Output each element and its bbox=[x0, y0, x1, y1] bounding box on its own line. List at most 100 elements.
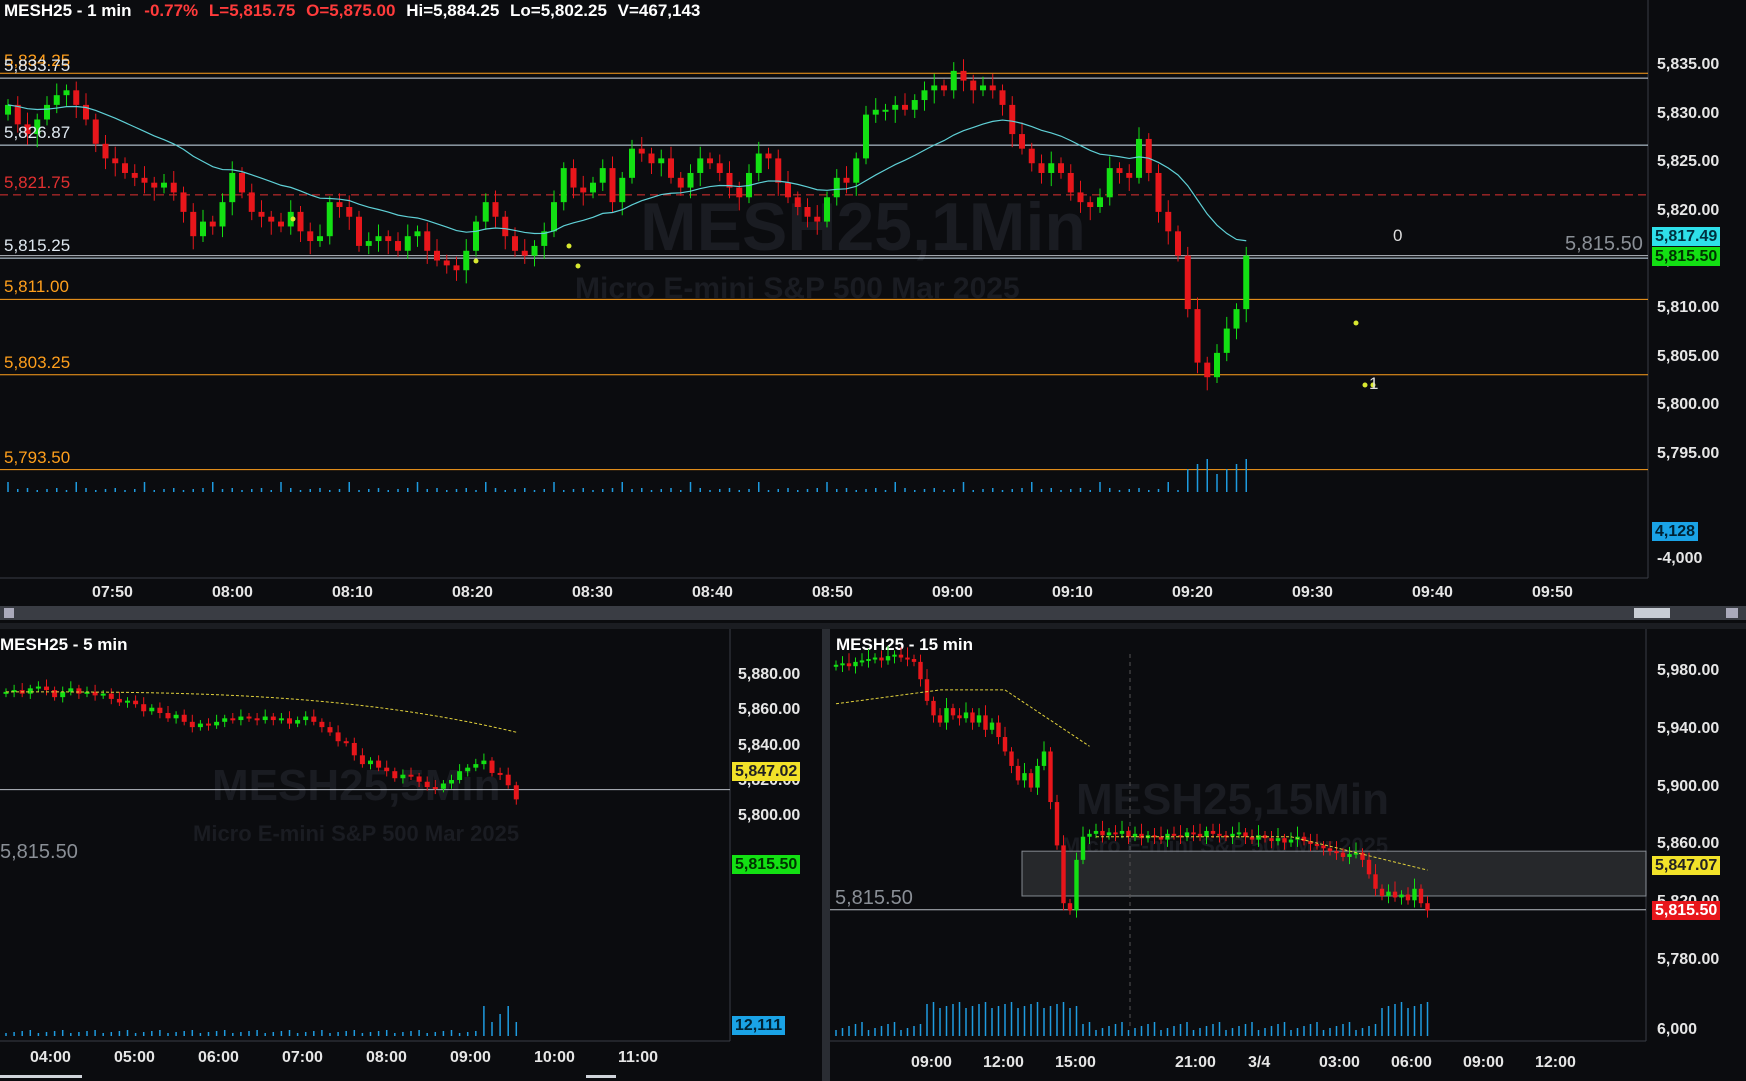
candle-body bbox=[44, 104, 50, 120]
br-candle-body bbox=[1048, 751, 1053, 803]
bl-last-price-tag: 5,815.50 bbox=[732, 855, 801, 874]
br-last-price-tag: 5,815.50 bbox=[1652, 901, 1721, 920]
candle-body bbox=[151, 182, 158, 188]
price-level-label: 5,826.87 bbox=[4, 123, 71, 143]
top-volume-tag: 4,128 bbox=[1652, 522, 1699, 541]
bl-candle-body bbox=[35, 686, 41, 689]
candle-body bbox=[931, 85, 938, 91]
bl-price-axis-tick: 5,840.00 bbox=[738, 736, 801, 754]
br-candle-body bbox=[1366, 859, 1372, 875]
candle-body bbox=[941, 85, 947, 91]
bl-scroll-indicator-right[interactable] bbox=[586, 1075, 616, 1078]
bl-candle-body bbox=[449, 779, 454, 784]
scrollbar-thumb[interactable] bbox=[1634, 608, 1670, 618]
bl-candle-body bbox=[335, 732, 341, 742]
bl-ema-tag: 5,847.02 bbox=[732, 762, 801, 781]
br-candle-body bbox=[996, 722, 1001, 738]
bl-candle-body bbox=[133, 700, 139, 705]
bl-candle-body bbox=[141, 704, 147, 712]
bottom-divider[interactable] bbox=[822, 629, 830, 1081]
br-price-plot[interactable] bbox=[830, 629, 1746, 1081]
br-candle-body bbox=[924, 679, 930, 701]
br-candle-body bbox=[1373, 874, 1378, 889]
br-ema-tag: 5,847.07 bbox=[1652, 856, 1721, 875]
scroll-right-arrow[interactable] bbox=[1726, 608, 1738, 618]
bl-candle-body bbox=[108, 693, 114, 699]
bottom-left-chart-panel[interactable]: MESH25 - 5 min MESH25,5Min Micro E-mini … bbox=[0, 629, 822, 1081]
candle-body bbox=[434, 250, 440, 261]
bl-candle-body bbox=[368, 760, 373, 765]
candle-body bbox=[950, 70, 957, 91]
bl-candle-body bbox=[343, 741, 349, 744]
candle-body bbox=[258, 211, 265, 217]
br-candle-body bbox=[1392, 891, 1398, 898]
bl-candle-body bbox=[157, 707, 163, 714]
top-chart-panel[interactable]: MESH25 - 1 min -0.77% L=5,815.75 O=5,875… bbox=[0, 0, 1746, 625]
br-candle-body bbox=[1334, 851, 1339, 854]
br-candle-body bbox=[840, 663, 845, 666]
candle-body bbox=[502, 216, 509, 237]
scroll-left-arrow[interactable] bbox=[4, 608, 14, 618]
bl-candle-body bbox=[303, 716, 309, 721]
price-axis-tick: 5,835.00 bbox=[1657, 56, 1720, 73]
candle-body bbox=[395, 241, 401, 251]
candle-body bbox=[921, 90, 928, 101]
br-time-axis-tick: 12:00 bbox=[983, 1054, 1024, 1071]
candle-body bbox=[200, 221, 206, 237]
candle-body bbox=[1145, 138, 1152, 173]
br-candle-body bbox=[1126, 830, 1131, 837]
candle-body bbox=[599, 168, 606, 183]
br-candle-body bbox=[833, 664, 839, 667]
candle-body bbox=[1136, 138, 1142, 178]
br-candle-body bbox=[1282, 838, 1287, 843]
candle-body bbox=[824, 197, 830, 222]
candle-body bbox=[989, 85, 996, 91]
br-candle-body bbox=[859, 660, 865, 663]
candle-body bbox=[1019, 134, 1025, 149]
candle-body bbox=[755, 153, 762, 173]
candle-body bbox=[1067, 172, 1074, 193]
bl-candle-body bbox=[60, 691, 66, 698]
br-candle-body bbox=[1425, 903, 1430, 911]
br-candle-body bbox=[1288, 839, 1294, 843]
bl-candle-body bbox=[327, 727, 333, 733]
signal-dot bbox=[290, 216, 296, 222]
bl-candle-body bbox=[465, 767, 471, 772]
time-axis-tick: 09:50 bbox=[1532, 584, 1573, 601]
bl-candle-body bbox=[27, 688, 33, 694]
br-candle-body bbox=[892, 654, 897, 657]
price-axis-tick: 5,810.00 bbox=[1657, 299, 1720, 317]
candle-body bbox=[1175, 231, 1181, 256]
br-supply-zone bbox=[1021, 850, 1647, 897]
candle-body bbox=[892, 104, 899, 110]
br-candle-body bbox=[1106, 832, 1112, 836]
bottom-right-chart-panel[interactable]: MESH25 - 15 min MESH25,15Min Micro E-min… bbox=[830, 629, 1746, 1081]
candle-body bbox=[1214, 352, 1220, 378]
bl-candle-body bbox=[254, 718, 260, 721]
top-horizontal-scrollbar[interactable] bbox=[0, 606, 1746, 620]
candle-body bbox=[1116, 168, 1123, 173]
top-price-plot[interactable] bbox=[0, 0, 1746, 625]
br-time-axis-tick: 06:00 bbox=[1391, 1054, 1432, 1071]
bl-candle-body bbox=[424, 781, 430, 788]
bl-price-plot[interactable] bbox=[0, 629, 822, 1081]
bl-time-axis-tick: 10:00 bbox=[534, 1049, 575, 1066]
bl-candle-body bbox=[76, 688, 82, 694]
bl-scroll-indicator[interactable] bbox=[0, 1075, 82, 1078]
candle-body bbox=[677, 177, 684, 188]
br-candle-body bbox=[963, 712, 969, 719]
bl-time-axis-tick: 07:00 bbox=[282, 1049, 323, 1066]
br-candle-body bbox=[905, 657, 910, 660]
bl-candle-body bbox=[222, 718, 228, 722]
candle-body bbox=[580, 187, 587, 193]
candle-body bbox=[707, 158, 713, 164]
candle-body bbox=[161, 182, 167, 188]
br-candle-body bbox=[1243, 832, 1248, 837]
br-candle-body bbox=[937, 715, 943, 723]
candle-body bbox=[346, 207, 353, 217]
br-candle-body bbox=[1191, 832, 1196, 835]
time-axis-tick: 08:10 bbox=[332, 584, 373, 601]
br-candle-body bbox=[1327, 848, 1333, 852]
time-axis-tick: 08:20 bbox=[452, 584, 493, 601]
bl-candle-body bbox=[359, 755, 365, 765]
